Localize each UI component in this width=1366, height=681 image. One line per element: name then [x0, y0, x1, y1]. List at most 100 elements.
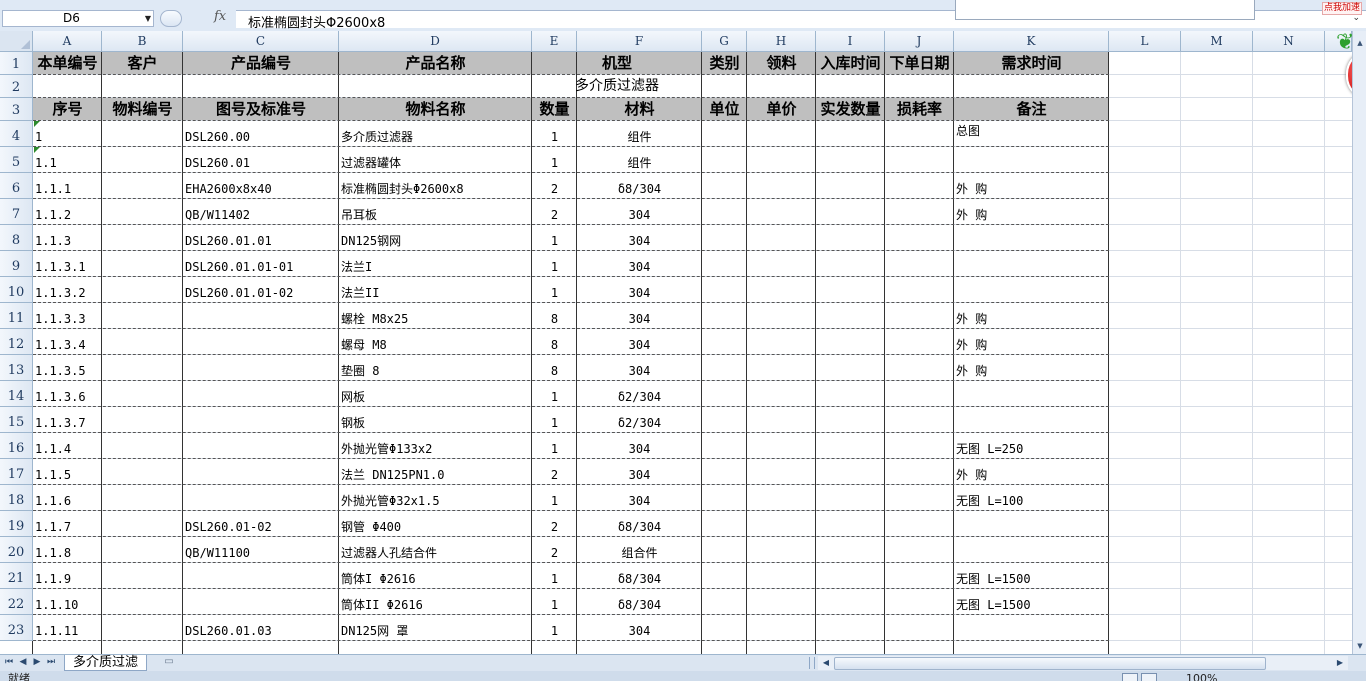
item-drawing-number[interactable]: DSL260.01.03 — [183, 622, 339, 641]
first-sheet-icon[interactable]: ⏮ — [2, 656, 16, 669]
item-qty[interactable]: 1 — [532, 570, 577, 589]
item-drawing-number[interactable] — [183, 414, 339, 433]
item-remarks[interactable] — [954, 258, 1109, 277]
column-header-f[interactable]: F — [577, 31, 702, 52]
row-header-13[interactable]: 13 — [0, 355, 33, 381]
header-model[interactable]: 机型 — [532, 52, 702, 75]
item-qty[interactable]: 1 — [532, 622, 577, 641]
item-material-name[interactable]: DN125钢网 — [339, 232, 532, 251]
item-seq[interactable]: 1.1.3.3 — [33, 310, 102, 329]
column-header-h[interactable]: H — [747, 31, 816, 52]
item-qty[interactable]: 1 — [532, 440, 577, 459]
item-material[interactable]: δ8/304 — [577, 570, 702, 589]
item-seq[interactable]: 1.1.3.5 — [33, 362, 102, 381]
column-header-b[interactable]: B — [102, 31, 183, 52]
row-header-7[interactable]: 7 — [0, 199, 33, 225]
row-header-9[interactable]: 9 — [0, 251, 33, 277]
item-material[interactable]: 304 — [577, 232, 702, 251]
sheet-tab-active[interactable]: 多介质过滤 — [64, 655, 148, 671]
page-layout-icon[interactable] — [1141, 673, 1157, 681]
item-material[interactable]: 组合件 — [577, 544, 702, 563]
header-product-number[interactable]: 产品编号 — [183, 52, 339, 75]
item-qty[interactable]: 2 — [532, 180, 577, 199]
item-material[interactable]: 304 — [577, 258, 702, 277]
name-box-dropdown-icon[interactable]: ▼ — [145, 11, 151, 26]
header-order-date[interactable]: 下单日期 — [885, 52, 954, 75]
item-seq[interactable]: 1.1.11 — [33, 622, 102, 641]
item-qty[interactable]: 2 — [532, 518, 577, 537]
item-remarks[interactable]: 外 购 — [954, 180, 1109, 199]
header-remarks[interactable]: 备注 — [954, 98, 1109, 121]
item-qty[interactable]: 2 — [532, 544, 577, 563]
item-qty[interactable]: 8 — [532, 310, 577, 329]
column-header-g[interactable]: G — [702, 31, 747, 52]
item-remarks[interactable] — [954, 544, 1109, 563]
horizontal-scroll-thumb[interactable] — [834, 657, 1266, 670]
item-drawing-number[interactable] — [183, 388, 339, 407]
item-remarks[interactable] — [954, 622, 1109, 641]
column-header-c[interactable]: C — [183, 31, 339, 52]
row-header-4[interactable]: 4 — [0, 121, 33, 147]
item-seq[interactable]: 1.1.3.7 — [33, 414, 102, 433]
column-header-d[interactable]: D — [339, 31, 532, 52]
item-qty[interactable]: 1 — [532, 258, 577, 277]
insert-function-icon[interactable]: fx — [214, 9, 226, 24]
item-material-name[interactable]: 钢管 Φ400 — [339, 518, 532, 537]
item-material-name[interactable]: 外抛光管Φ32x1.5 — [339, 492, 532, 511]
item-remarks[interactable]: 外 购 — [954, 362, 1109, 381]
item-drawing-number[interactable]: QB/W11402 — [183, 206, 339, 225]
row-header-10[interactable]: 10 — [0, 277, 33, 303]
item-drawing-number[interactable]: EHA2600x8x40 — [183, 180, 339, 199]
item-remarks[interactable]: 无图 L=1500 — [954, 596, 1109, 615]
item-seq[interactable]: 1.1.2 — [33, 206, 102, 225]
horizontal-scrollbar[interactable]: ◀ ▶ — [818, 656, 1348, 670]
formula-bar-handle[interactable] — [160, 10, 182, 27]
header-actual-qty[interactable]: 实发数量 — [816, 98, 885, 121]
item-drawing-number[interactable] — [183, 492, 339, 511]
item-material-name[interactable]: 螺栓 M8x25 — [339, 310, 532, 329]
item-drawing-number[interactable]: DSL260.01 — [183, 154, 339, 173]
item-seq[interactable]: 1.1.1 — [33, 180, 102, 199]
item-drawing-number[interactable] — [183, 362, 339, 381]
item-material[interactable]: 304 — [577, 492, 702, 511]
item-qty[interactable]: 1 — [532, 388, 577, 407]
item-seq[interactable]: 1 — [33, 128, 102, 147]
item-seq[interactable]: 1.1.7 — [33, 518, 102, 537]
item-drawing-number[interactable]: DSL260.01.01-02 — [183, 284, 339, 303]
item-remarks[interactable] — [954, 414, 1109, 433]
item-drawing-number[interactable] — [183, 310, 339, 329]
item-remarks[interactable] — [954, 232, 1109, 251]
item-remarks[interactable]: 无图 L=1500 — [954, 570, 1109, 589]
name-box[interactable]: D6 ▼ — [2, 10, 154, 27]
last-sheet-icon[interactable]: ⏭ — [44, 656, 58, 669]
insert-sheet-icon[interactable]: ▭ — [160, 656, 178, 669]
item-drawing-number[interactable] — [183, 570, 339, 589]
row-header-17[interactable]: 17 — [0, 459, 33, 485]
item-qty[interactable]: 8 — [532, 336, 577, 355]
row-header-11[interactable]: 11 — [0, 303, 33, 329]
item-material-name[interactable]: 螺母 M8 — [339, 336, 532, 355]
view-buttons[interactable] — [1122, 673, 1178, 681]
item-remarks[interactable] — [954, 284, 1109, 303]
next-sheet-icon[interactable]: ▶ — [30, 656, 44, 669]
column-header-n[interactable]: N — [1253, 31, 1325, 52]
item-material-name[interactable]: 过滤器人孔结合件 — [339, 544, 532, 563]
item-material-name[interactable]: 筒体I Φ2616 — [339, 570, 532, 589]
item-material[interactable]: δ8/304 — [577, 518, 702, 537]
item-material[interactable]: 组件 — [577, 128, 702, 147]
zoom-level[interactable]: 100% — [1186, 671, 1217, 681]
item-material[interactable]: δ8/304 — [577, 180, 702, 199]
item-drawing-number[interactable]: DSL260.00 — [183, 128, 339, 147]
item-material-name[interactable]: 过滤器罐体 — [339, 154, 532, 173]
item-material-name[interactable]: 钢板 — [339, 414, 532, 433]
scroll-up-icon[interactable]: ▲ — [1354, 37, 1366, 49]
header-customer[interactable]: 客户 — [102, 52, 183, 75]
item-qty[interactable]: 1 — [532, 154, 577, 173]
header-material[interactable]: 材料 — [577, 98, 702, 121]
row-header-16[interactable]: 16 — [0, 433, 33, 459]
item-qty[interactable]: 1 — [532, 284, 577, 303]
item-material-name[interactable]: 筒体II Φ2616 — [339, 596, 532, 615]
prev-sheet-icon[interactable]: ◀ — [16, 656, 30, 669]
header-stock-in-time[interactable]: 入库时间 — [816, 52, 885, 75]
item-seq[interactable]: 1.1.3.1 — [33, 258, 102, 277]
